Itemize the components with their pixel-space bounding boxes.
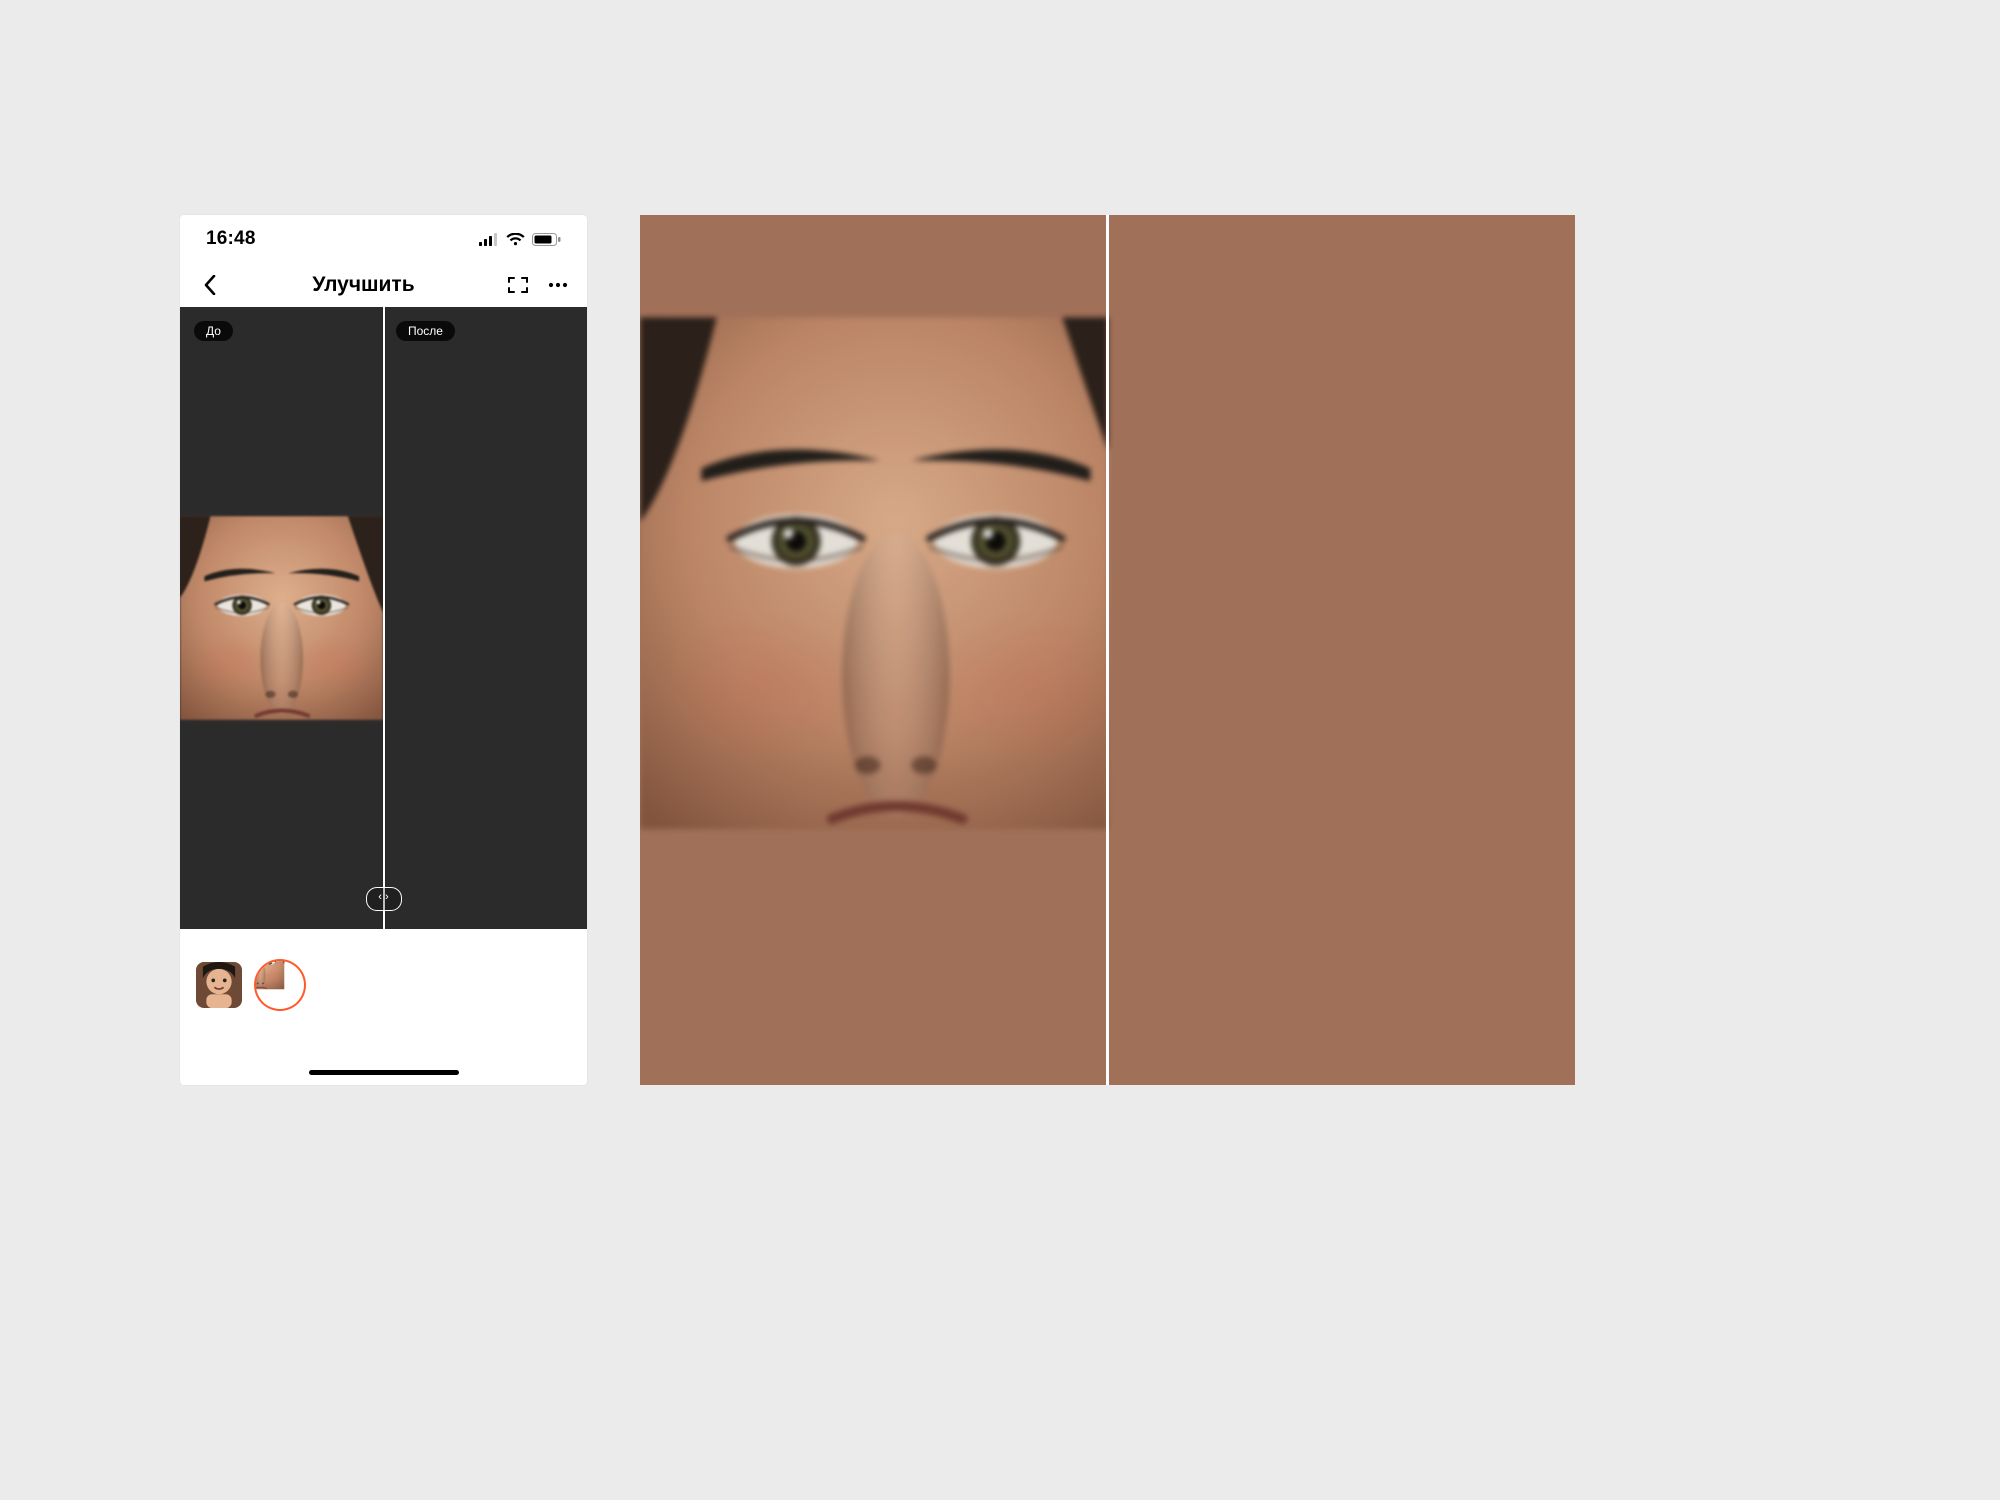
status-time: 16:48	[206, 228, 256, 250]
after-label: После	[396, 321, 455, 341]
fullscreen-button[interactable]	[507, 274, 529, 296]
zoom-compare	[640, 215, 1575, 1085]
ellipsis-icon	[548, 282, 568, 288]
page-title: Улучшить	[312, 273, 414, 297]
compare-handle[interactable]: ‹ ›	[366, 887, 402, 911]
back-button[interactable]	[198, 274, 220, 296]
zoom-divider	[1106, 215, 1109, 1085]
cellular-icon	[479, 233, 499, 246]
compare-viewport[interactable]: До После ‹ ›	[180, 307, 587, 929]
wifi-icon	[506, 233, 525, 246]
home-indicator[interactable]	[309, 1070, 459, 1075]
more-button[interactable]	[547, 274, 569, 296]
zoom-after	[1108, 215, 1576, 1085]
fullscreen-icon	[508, 277, 528, 293]
after-image	[384, 429, 588, 807]
phone-mockup: 16:48	[180, 215, 587, 1085]
chevron-left-icon	[203, 275, 216, 295]
nav-bar: Улучшить	[180, 263, 587, 307]
battery-icon	[532, 233, 561, 246]
thumbnail-row	[180, 929, 587, 1025]
status-indicators	[479, 233, 561, 246]
before-image	[180, 429, 384, 807]
thumbnail-face-crop[interactable]	[256, 961, 304, 1009]
before-label: До	[194, 321, 233, 341]
zoom-before	[640, 215, 1108, 1085]
compare-divider[interactable]	[383, 307, 385, 929]
status-bar: 16:48	[180, 215, 587, 263]
thumbnail-full[interactable]	[196, 962, 242, 1008]
